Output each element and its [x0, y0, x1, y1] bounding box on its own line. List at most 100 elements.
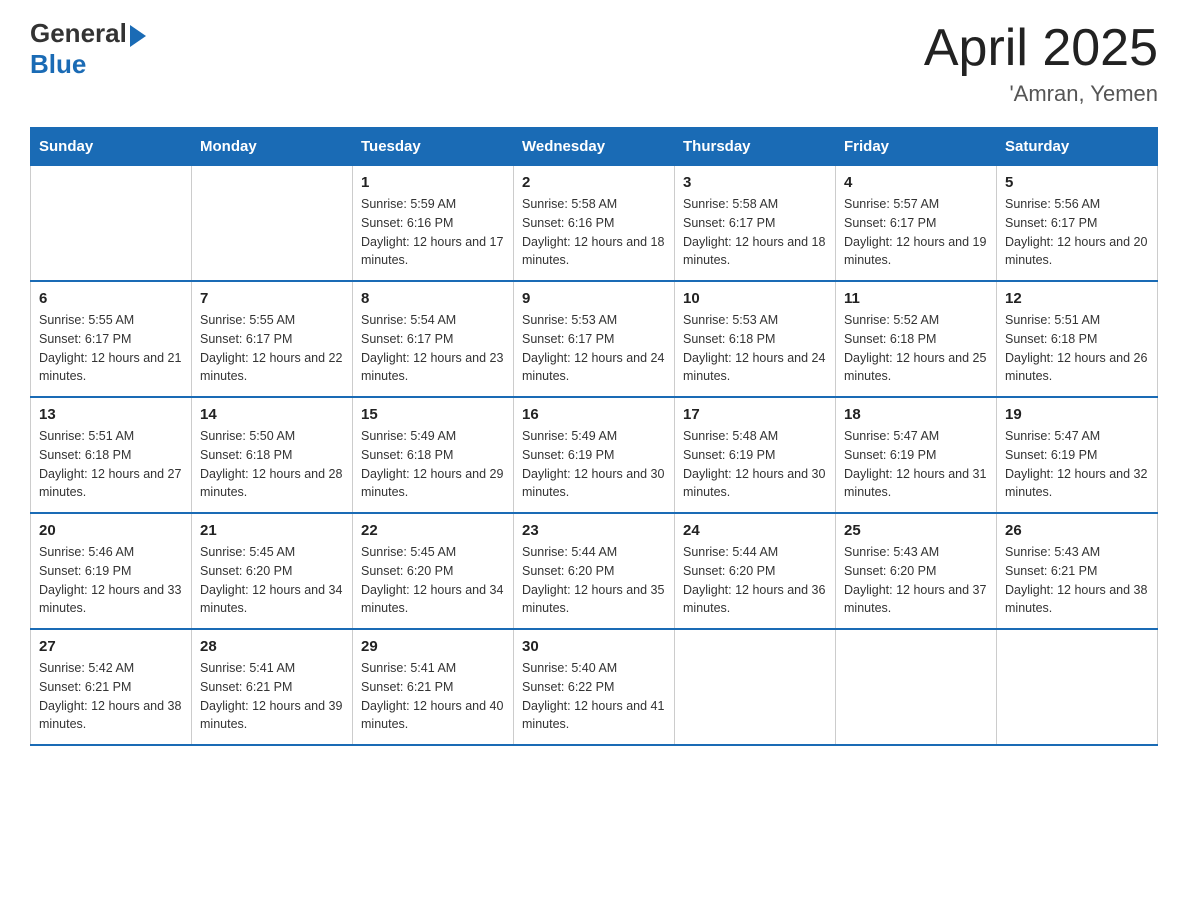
calendar-cell	[31, 166, 192, 282]
day-number: 12	[1005, 290, 1149, 307]
day-info: Sunrise: 5:50 AMSunset: 6:18 PMDaylight:…	[200, 427, 344, 502]
day-info: Sunrise: 5:44 AMSunset: 6:20 PMDaylight:…	[522, 543, 666, 618]
day-info: Sunrise: 5:54 AMSunset: 6:17 PMDaylight:…	[361, 311, 505, 386]
calendar-week-1: 1 Sunrise: 5:59 AMSunset: 6:16 PMDaylight…	[31, 166, 1158, 282]
day-info: Sunrise: 5:58 AMSunset: 6:17 PMDaylight:…	[683, 195, 827, 270]
day-info: Sunrise: 5:45 AMSunset: 6:20 PMDaylight:…	[361, 543, 505, 618]
day-number: 10	[683, 290, 827, 307]
calendar-body: 1 Sunrise: 5:59 AMSunset: 6:16 PMDaylight…	[31, 166, 1158, 746]
calendar-cell: 8 Sunrise: 5:54 AMSunset: 6:17 PMDaylight…	[353, 281, 514, 397]
weekday-header-monday: Monday	[192, 128, 353, 166]
day-number: 11	[844, 290, 988, 307]
calendar-cell: 30Sunrise: 5:40 AMSunset: 6:22 PMDayligh…	[514, 629, 675, 745]
calendar-cell: 23 Sunrise: 5:44 AMSunset: 6:20 PMDayligh…	[514, 513, 675, 629]
day-number: 9	[522, 290, 666, 307]
calendar-cell: 7 Sunrise: 5:55 AMSunset: 6:17 PMDaylight…	[192, 281, 353, 397]
calendar-cell: 21 Sunrise: 5:45 AMSunset: 6:20 PMDayligh…	[192, 513, 353, 629]
day-info: Sunrise: 5:51 AMSunset: 6:18 PMDaylight:…	[39, 427, 183, 502]
weekday-header-sunday: Sunday	[31, 128, 192, 166]
calendar-cell	[675, 629, 836, 745]
logo-blue: Blue	[30, 49, 86, 79]
calendar-cell: 24 Sunrise: 5:44 AMSunset: 6:20 PMDayligh…	[675, 513, 836, 629]
calendar-cell: 9 Sunrise: 5:53 AMSunset: 6:17 PMDaylight…	[514, 281, 675, 397]
calendar-cell: 15 Sunrise: 5:49 AMSunset: 6:18 PMDayligh…	[353, 397, 514, 513]
weekday-header-friday: Friday	[836, 128, 997, 166]
day-number: 18	[844, 406, 988, 423]
weekday-header-saturday: Saturday	[997, 128, 1158, 166]
day-info: Sunrise: 5:51 AMSunset: 6:18 PMDaylight:…	[1005, 311, 1149, 386]
day-info: Sunrise: 5:47 AMSunset: 6:19 PMDaylight:…	[844, 427, 988, 502]
day-number: 17	[683, 406, 827, 423]
day-number: 28	[200, 638, 344, 655]
logo: General Blue	[30, 20, 146, 77]
logo-general: General	[30, 18, 127, 48]
calendar-table: SundayMondayTuesdayWednesdayThursdayFrid…	[30, 127, 1158, 746]
calendar-cell: 26Sunrise: 5:43 AMSunset: 6:21 PMDayligh…	[997, 513, 1158, 629]
day-info: Sunrise: 5:52 AMSunset: 6:18 PMDaylight:…	[844, 311, 988, 386]
title-block: April 2025 'Amran, Yemen	[924, 20, 1158, 107]
day-number: 23	[522, 522, 666, 539]
day-number: 2	[522, 174, 666, 191]
day-info: Sunrise: 5:41 AMSunset: 6:21 PMDaylight:…	[200, 659, 344, 734]
day-number: 4	[844, 174, 988, 191]
calendar-week-4: 20Sunrise: 5:46 AMSunset: 6:19 PMDayligh…	[31, 513, 1158, 629]
calendar-cell: 17 Sunrise: 5:48 AMSunset: 6:19 PMDayligh…	[675, 397, 836, 513]
day-number: 15	[361, 406, 505, 423]
calendar-cell: 27 Sunrise: 5:42 AMSunset: 6:21 PMDayligh…	[31, 629, 192, 745]
day-number: 25	[844, 522, 988, 539]
calendar-cell	[997, 629, 1158, 745]
calendar-cell: 14 Sunrise: 5:50 AMSunset: 6:18 PMDayligh…	[192, 397, 353, 513]
day-number: 27	[39, 638, 183, 655]
calendar-cell: 3Sunrise: 5:58 AMSunset: 6:17 PMDaylight…	[675, 166, 836, 282]
day-number: 20	[39, 522, 183, 539]
weekday-header-thursday: Thursday	[675, 128, 836, 166]
day-info: Sunrise: 5:53 AMSunset: 6:18 PMDaylight:…	[683, 311, 827, 386]
calendar-week-2: 6 Sunrise: 5:55 AMSunset: 6:17 PMDaylight…	[31, 281, 1158, 397]
day-info: Sunrise: 5:42 AMSunset: 6:21 PMDaylight:…	[39, 659, 183, 734]
day-number: 26	[1005, 522, 1149, 539]
calendar-cell: 28 Sunrise: 5:41 AMSunset: 6:21 PMDayligh…	[192, 629, 353, 745]
calendar-week-5: 27 Sunrise: 5:42 AMSunset: 6:21 PMDayligh…	[31, 629, 1158, 745]
day-number: 8	[361, 290, 505, 307]
calendar-cell: 18 Sunrise: 5:47 AMSunset: 6:19 PMDayligh…	[836, 397, 997, 513]
day-number: 7	[200, 290, 344, 307]
day-number: 14	[200, 406, 344, 423]
calendar-cell: 6 Sunrise: 5:55 AMSunset: 6:17 PMDaylight…	[31, 281, 192, 397]
day-info: Sunrise: 5:43 AMSunset: 6:20 PMDaylight:…	[844, 543, 988, 618]
day-info: Sunrise: 5:44 AMSunset: 6:20 PMDaylight:…	[683, 543, 827, 618]
day-info: Sunrise: 5:41 AMSunset: 6:21 PMDaylight:…	[361, 659, 505, 734]
weekday-header-tuesday: Tuesday	[353, 128, 514, 166]
calendar-cell: 5Sunrise: 5:56 AMSunset: 6:17 PMDaylight…	[997, 166, 1158, 282]
weekday-header-wednesday: Wednesday	[514, 128, 675, 166]
day-number: 16	[522, 406, 666, 423]
page-header: General Blue April 2025 'Amran, Yemen	[30, 20, 1158, 107]
day-number: 19	[1005, 406, 1149, 423]
day-info: Sunrise: 5:56 AMSunset: 6:17 PMDaylight:…	[1005, 195, 1149, 270]
calendar-cell: 16Sunrise: 5:49 AMSunset: 6:19 PMDayligh…	[514, 397, 675, 513]
day-number: 21	[200, 522, 344, 539]
logo-arrow-icon	[130, 25, 146, 47]
month-title: April 2025	[924, 20, 1158, 77]
day-info: Sunrise: 5:53 AMSunset: 6:17 PMDaylight:…	[522, 311, 666, 386]
day-info: Sunrise: 5:48 AMSunset: 6:19 PMDaylight:…	[683, 427, 827, 502]
day-number: 22	[361, 522, 505, 539]
calendar-cell	[192, 166, 353, 282]
calendar-cell	[836, 629, 997, 745]
calendar-cell: 25 Sunrise: 5:43 AMSunset: 6:20 PMDayligh…	[836, 513, 997, 629]
day-info: Sunrise: 5:49 AMSunset: 6:18 PMDaylight:…	[361, 427, 505, 502]
day-info: Sunrise: 5:55 AMSunset: 6:17 PMDaylight:…	[200, 311, 344, 386]
calendar-cell: 10 Sunrise: 5:53 AMSunset: 6:18 PMDayligh…	[675, 281, 836, 397]
day-number: 24	[683, 522, 827, 539]
calendar-cell: 20Sunrise: 5:46 AMSunset: 6:19 PMDayligh…	[31, 513, 192, 629]
location-title: 'Amran, Yemen	[924, 81, 1158, 107]
day-number: 1	[361, 174, 505, 191]
calendar-cell: 4Sunrise: 5:57 AMSunset: 6:17 PMDaylight…	[836, 166, 997, 282]
calendar-cell: 12 Sunrise: 5:51 AMSunset: 6:18 PMDayligh…	[997, 281, 1158, 397]
day-info: Sunrise: 5:59 AMSunset: 6:16 PMDaylight:…	[361, 195, 505, 270]
day-number: 29	[361, 638, 505, 655]
day-info: Sunrise: 5:45 AMSunset: 6:20 PMDaylight:…	[200, 543, 344, 618]
day-info: Sunrise: 5:40 AMSunset: 6:22 PMDaylight:…	[522, 659, 666, 734]
day-info: Sunrise: 5:55 AMSunset: 6:17 PMDaylight:…	[39, 311, 183, 386]
day-number: 6	[39, 290, 183, 307]
calendar-cell: 2Sunrise: 5:58 AMSunset: 6:16 PMDaylight…	[514, 166, 675, 282]
